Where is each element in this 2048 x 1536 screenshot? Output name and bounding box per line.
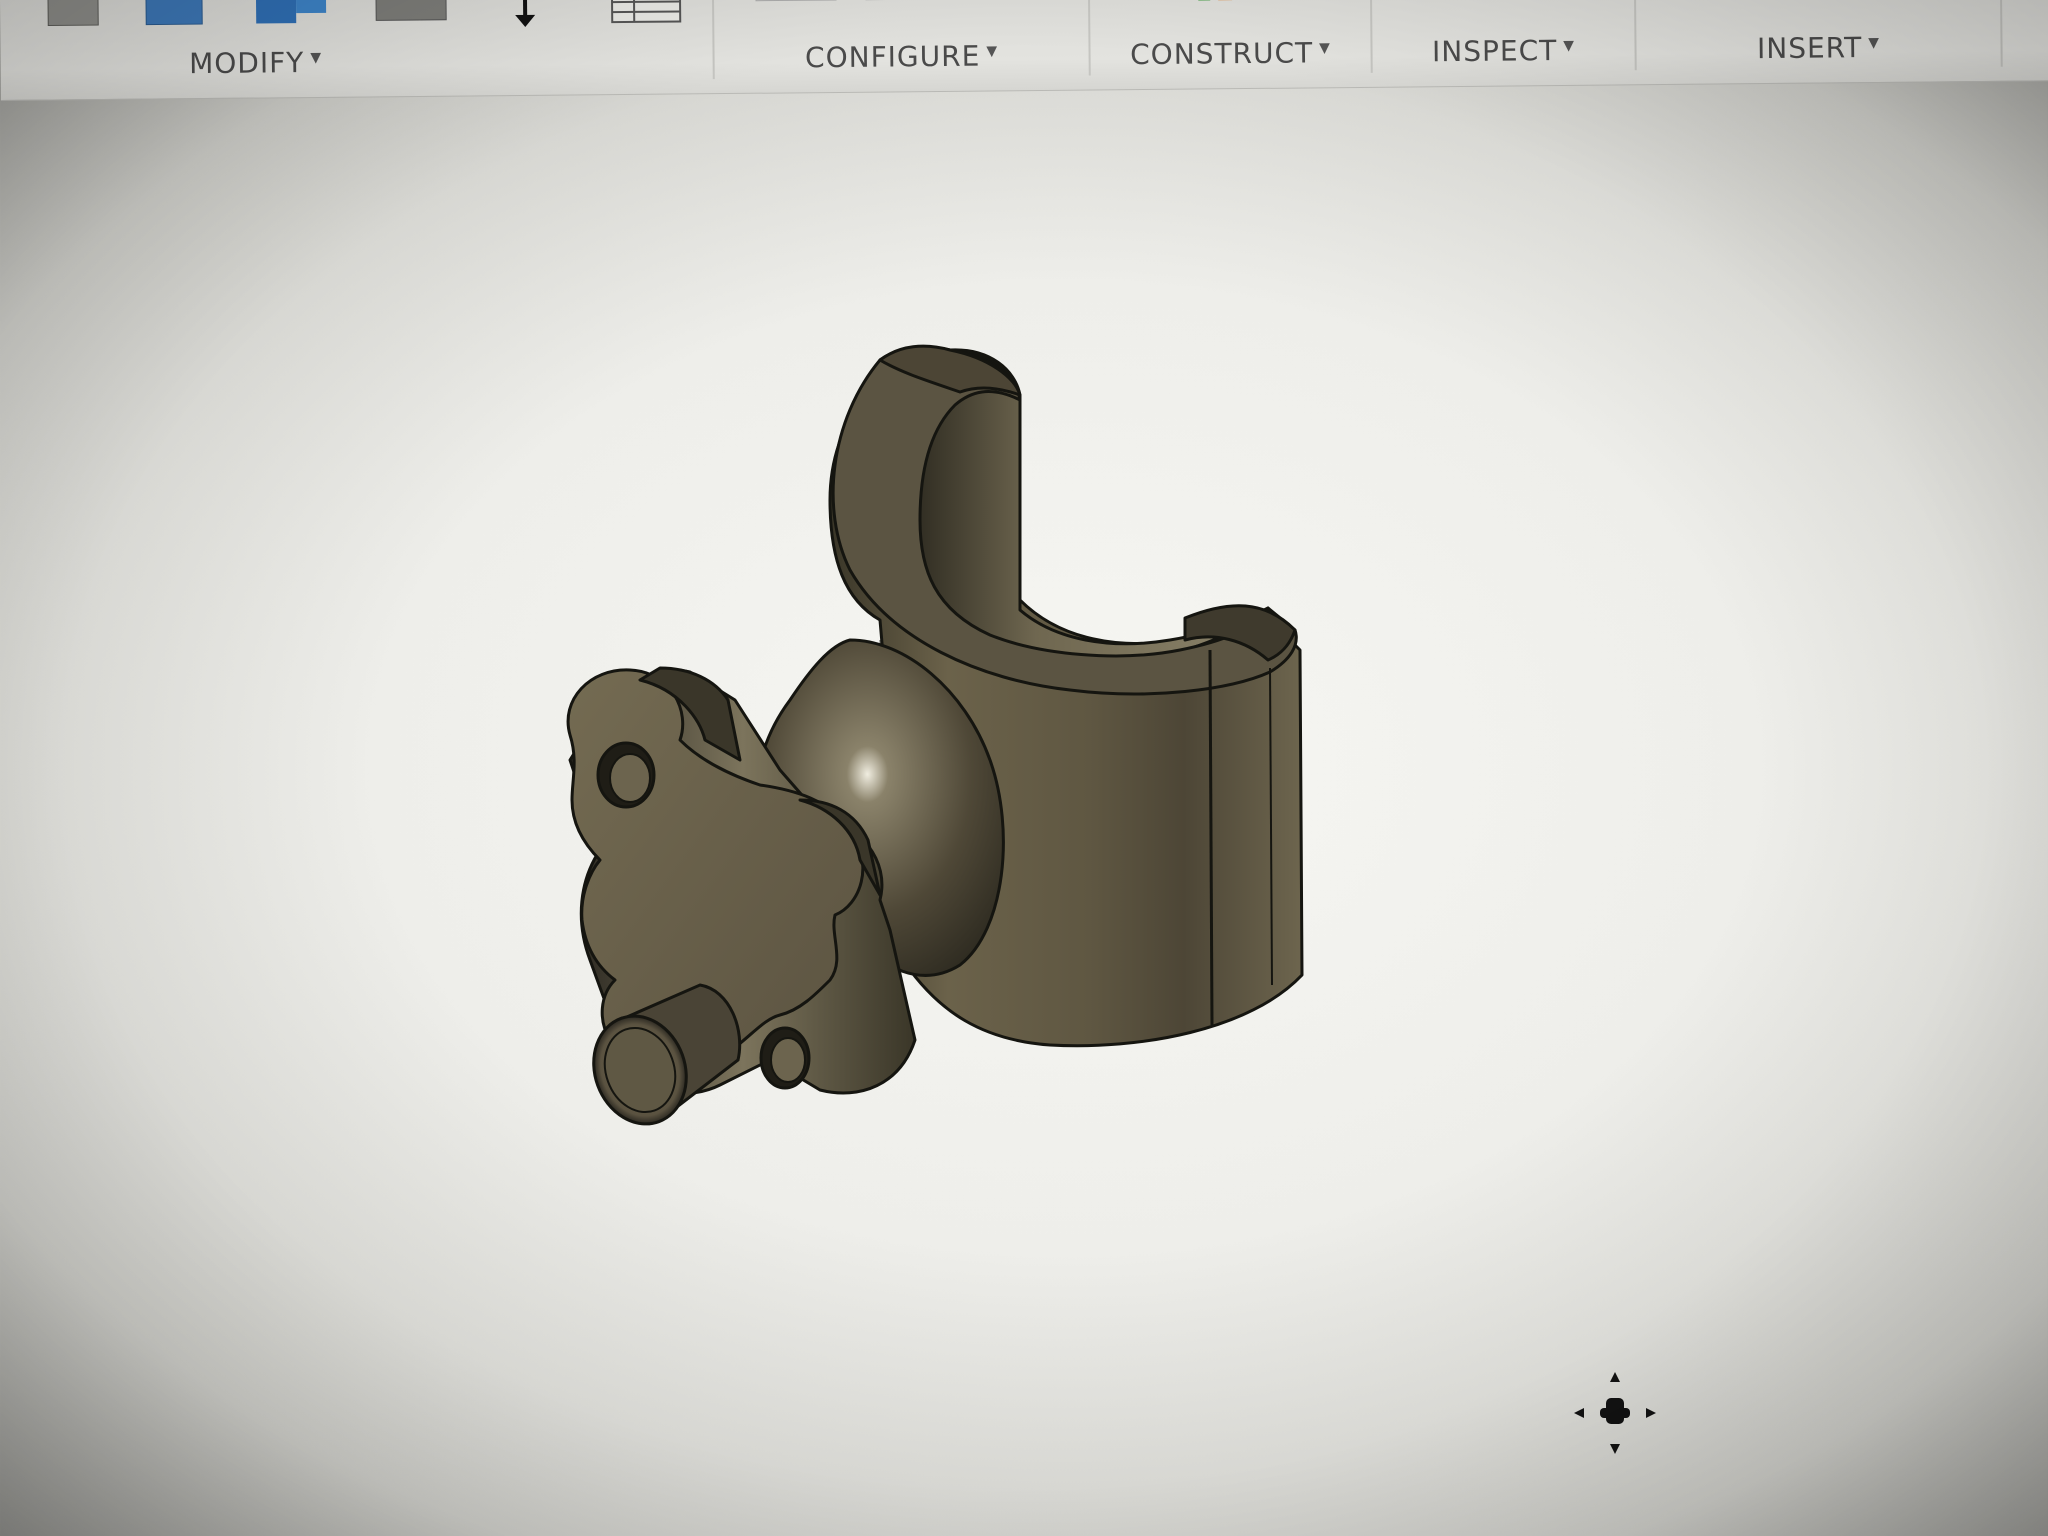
modify-menu-label[interactable]: MODIFY ▼ — [80, 45, 430, 81]
caret-down-icon: ▼ — [1319, 40, 1331, 57]
canvas-viewport[interactable] — [0, 100, 2048, 1536]
plane-icon[interactable] — [1188, 0, 1268, 13]
toolbar-separator — [1087, 0, 1091, 76]
toolbar-separator — [1369, 0, 1373, 73]
caret-down-icon: ▼ — [310, 49, 323, 67]
shell-icon[interactable] — [370, 0, 460, 30]
caret-down-icon: ▼ — [1868, 34, 1881, 52]
push-pull-icon[interactable] — [40, 0, 110, 34]
insert-icon[interactable] — [1678, 0, 1978, 8]
configure-table-icon[interactable] — [746, 0, 1066, 17]
parameters-table-icon[interactable] — [608, 0, 688, 28]
fillet-icon[interactable] — [140, 0, 210, 33]
configure-group[interactable]: CONFIGURE ▼ — [716, 0, 1087, 89]
inspect-menu-label[interactable]: INSPECT ▼ — [1374, 33, 1632, 68]
inspect-group[interactable]: INSPECT ▼ — [1374, 0, 1633, 83]
insert-group[interactable]: INSERT ▼ — [1638, 0, 1999, 80]
pan-move-cursor-icon — [1574, 1372, 1656, 1454]
caret-down-icon: ▼ — [1563, 37, 1576, 54]
move-icon[interactable] — [505, 0, 545, 33]
combine-icon[interactable] — [250, 0, 340, 32]
toolbar: MODIFY ▼ CONFIGURE ▼ CONSTRUCT ▼ INSPECT ▼ — [0, 0, 2048, 101]
3d-model[interactable] — [0, 100, 2048, 1536]
modify-group[interactable]: MODIFY ▼ — [0, 0, 711, 96]
toolbar-separator — [1633, 0, 1637, 71]
toolbar-separator — [711, 0, 715, 80]
construct-menu-label[interactable]: CONSTRUCT ▼ — [1092, 36, 1368, 72]
toolbar-separator — [1999, 0, 2003, 67]
measure-icon[interactable] — [1514, 0, 1594, 9]
configure-menu-label[interactable]: CONFIGURE ▼ — [716, 39, 1086, 76]
caret-down-icon: ▼ — [986, 43, 999, 60]
construct-group[interactable]: CONSTRUCT ▼ — [1092, 0, 1369, 86]
insert-menu-label[interactable]: INSERT ▼ — [1638, 30, 1998, 66]
